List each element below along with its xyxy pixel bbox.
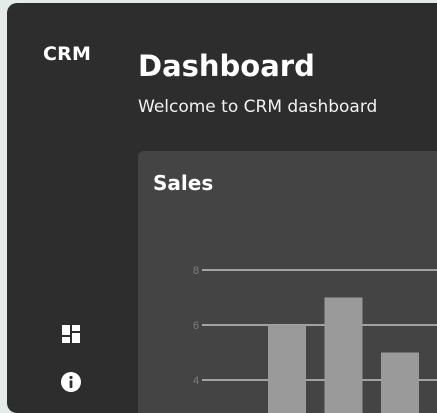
sidebar-item-dashboard[interactable]	[61, 324, 81, 344]
main-content: Dashboard Welcome to CRM dashboard Sales…	[138, 3, 437, 413]
y-tick-label: 6	[193, 320, 199, 332]
page-subtitle: Welcome to CRM dashboard	[138, 97, 377, 117]
sales-chart: 4 6 8	[138, 151, 437, 413]
brand-logo: CRM	[43, 43, 91, 65]
page-title: Dashboard	[138, 49, 315, 83]
info-icon	[61, 372, 81, 392]
sales-card: Sales 468	[138, 151, 437, 413]
sidebar: CRM	[7, 3, 133, 413]
y-tick-label: 4	[193, 375, 199, 387]
dashboard-icon	[62, 325, 80, 343]
sales-bar[interactable]	[268, 325, 306, 413]
sidebar-item-info[interactable]	[61, 372, 81, 392]
y-tick-label: 8	[193, 265, 199, 277]
sales-bar[interactable]	[325, 298, 363, 413]
app-window: CRM Dashboard Welcome to CRM dashboard S…	[7, 3, 437, 413]
